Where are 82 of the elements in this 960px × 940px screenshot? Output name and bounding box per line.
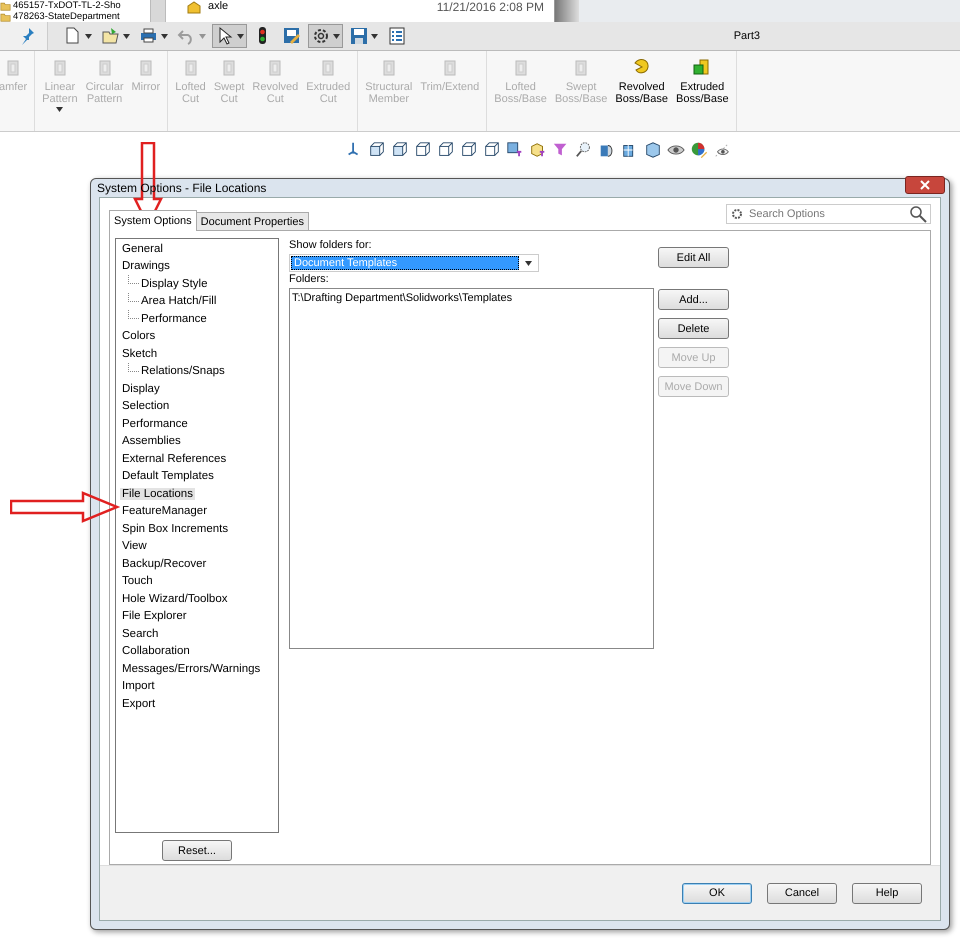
pointer-tool-button[interactable] [212, 24, 247, 48]
action-button[interactable]: Edit All [658, 247, 729, 268]
tree-item[interactable]: Selection [120, 400, 172, 412]
tree-item[interactable]: Touch [120, 575, 155, 588]
tree-item[interactable]: FeatureManager [120, 505, 210, 518]
caret-icon [237, 34, 244, 38]
reset-button[interactable]: Reset... [162, 840, 232, 861]
close-button[interactable] [905, 176, 945, 194]
cube-icon[interactable] [437, 141, 455, 159]
dialog-button[interactable]: OK [682, 882, 752, 904]
appearance-icon[interactable] [690, 141, 708, 159]
tree-item[interactable]: Display Style [139, 278, 210, 290]
tree-item[interactable]: File Explorer [120, 610, 189, 622]
tree-item[interactable]: Performance [139, 312, 209, 325]
tree-item[interactable]: Assemblies [120, 435, 183, 448]
file-name[interactable]: axle [208, 0, 431, 12]
scrollbar[interactable] [150, 0, 165, 22]
field-label: Show folders for: [289, 239, 373, 251]
tree-item[interactable]: Default Templates [120, 470, 216, 482]
tree-item[interactable]: Performance [120, 418, 190, 430]
dropdown-arrow-icon [524, 260, 532, 266]
action-button[interactable]: Add... [658, 289, 729, 310]
filter-face-icon[interactable] [506, 141, 524, 159]
tree-item[interactable]: File Locations [120, 488, 195, 500]
tree-item[interactable]: Relations/Snaps [139, 365, 227, 378]
tree-item[interactable]: Area Hatch/Fill [139, 295, 218, 308]
action-button[interactable]: Delete [658, 318, 729, 339]
list-icon [387, 26, 407, 46]
file-properties-icon [282, 26, 302, 46]
folder-name[interactable]: 465157-TxDOT-TL-2-Sho [13, 0, 121, 11]
cube-icon[interactable] [414, 141, 432, 159]
search-input[interactable]: Search Options [747, 207, 906, 221]
cube-icon[interactable] [460, 141, 478, 159]
tab[interactable]: System Options [109, 210, 197, 231]
filter-body-icon[interactable] [529, 141, 547, 159]
caret-icon [199, 34, 206, 38]
ribbon-command-button[interactable]: Revolved Boss/Base [612, 57, 671, 131]
cube-icon[interactable] [483, 141, 501, 159]
dialog-button[interactable]: Help [852, 882, 922, 904]
caret-icon [85, 34, 92, 38]
tree-item[interactable]: Colors [120, 330, 158, 342]
folder-path[interactable]: T:\Drafting Department\Solidworks\Templates [292, 292, 651, 304]
tree-item[interactable]: Display [120, 382, 162, 395]
settings-tool-button[interactable] [308, 24, 343, 48]
search-icon [909, 205, 927, 223]
tree-item[interactable]: External References [120, 452, 228, 465]
tree-item[interactable]: General [120, 242, 165, 255]
tree-item[interactable]: Drawings [120, 260, 172, 272]
caret-icon [56, 107, 64, 112]
tree-item[interactable]: Search [120, 628, 160, 640]
dialog-button[interactable]: Cancel [767, 882, 837, 904]
tree-item[interactable]: Sketch [120, 348, 160, 360]
tab[interactable]: Document Properties [196, 212, 309, 230]
tree-item[interactable]: Hole Wizard/Toolbox [120, 592, 230, 605]
folder-name[interactable]: 478263-StateDepartment [13, 11, 120, 22]
tree-item[interactable]: Spin Box Increments [120, 522, 230, 535]
tree-item[interactable]: Export [120, 698, 158, 710]
search-field[interactable]: Search Options [726, 204, 931, 224]
tree-item[interactable]: View [120, 540, 149, 552]
caret-icon [333, 34, 340, 38]
close-icon [920, 180, 930, 190]
caret-icon [371, 34, 378, 38]
tree-item[interactable]: Collaboration [120, 645, 192, 658]
document-title: Part3 [734, 30, 760, 42]
cube-icon[interactable] [391, 141, 409, 159]
folder-icon [101, 26, 121, 46]
settings-icon [311, 26, 331, 46]
window-shadow [555, 0, 579, 22]
caret-icon [161, 34, 168, 38]
tree-item[interactable]: Import [120, 680, 157, 692]
zoom-icon[interactable] [575, 141, 593, 159]
caret-icon [123, 34, 130, 38]
gear-icon [730, 207, 744, 221]
cube-icon[interactable] [368, 141, 386, 159]
file-date: 11/21/2016 2:08 PM [436, 0, 544, 14]
display-style-icon[interactable] [644, 141, 662, 159]
tree-item[interactable]: Backup/Recover [120, 558, 208, 570]
tree-item[interactable]: Messages/Errors/Warnings [120, 662, 262, 675]
ribbon-command-button[interactable]: Extruded Boss/Base [673, 57, 732, 131]
folder-icon [0, 0, 11, 10]
part-file-icon [186, 0, 202, 14]
field-label: Folders: [289, 273, 330, 285]
